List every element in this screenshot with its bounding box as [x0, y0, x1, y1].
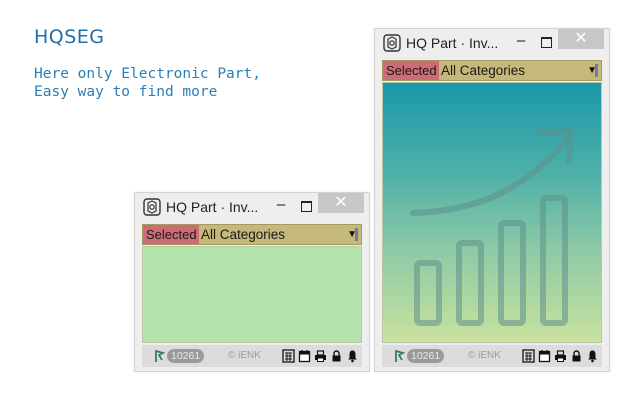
category-toolbar: Selected All Categories ▼	[142, 224, 362, 245]
category-dropdown[interactable]: All Categories	[441, 61, 587, 80]
minimize-button[interactable]: –	[509, 30, 533, 52]
user-icon	[395, 349, 406, 362]
app-window-small: HQ Part · Inv... – ✕ Selected All Catego…	[134, 192, 370, 372]
selected-button[interactable]: Selected	[143, 225, 199, 244]
growth-chart-illustration	[410, 128, 574, 326]
lock-icon[interactable]	[570, 349, 583, 363]
app-logo-icon	[383, 34, 401, 52]
app-window-large: HQ Part · Inv... – ✕ Selected All Catego…	[374, 28, 610, 372]
copyright-text: © iENK	[228, 350, 261, 361]
copyright-text: © iENK	[468, 350, 501, 361]
selected-button[interactable]: Selected	[383, 61, 439, 80]
user-count-badge: 10261	[407, 349, 445, 363]
status-icon-group	[522, 349, 599, 363]
content-area	[382, 82, 602, 343]
window-title: HQ Part · Inv...	[406, 35, 499, 51]
status-bar: 10261 © iENK	[382, 345, 602, 367]
illustration-bar-4	[540, 195, 568, 326]
status-icon-group	[282, 349, 359, 363]
maximize-button[interactable]	[295, 197, 317, 215]
illustration-bar-3	[498, 220, 526, 326]
minimize-button[interactable]: –	[269, 194, 293, 216]
calculator-icon[interactable]	[522, 349, 535, 363]
user-count-badge: 10261	[167, 349, 205, 363]
tagline-line-1: Here only Electronic Part,	[34, 66, 261, 82]
close-button[interactable]: ✕	[318, 193, 364, 213]
content-area	[142, 246, 362, 343]
category-toolbar: Selected All Categories ▼	[382, 60, 602, 81]
tagline-line-2: Easy way to find more	[34, 84, 218, 100]
title-bar[interactable]: HQ Part · Inv... – ✕	[375, 29, 609, 57]
user-icon	[155, 349, 166, 362]
app-logo-icon	[143, 198, 161, 216]
scroll-indicator[interactable]	[355, 228, 358, 241]
scroll-indicator[interactable]	[595, 64, 598, 77]
maximize-button[interactable]	[535, 33, 557, 51]
close-button[interactable]: ✕	[558, 29, 604, 49]
bell-icon[interactable]	[586, 349, 599, 363]
illustration-bar-2	[456, 240, 484, 326]
calendar-icon[interactable]	[298, 349, 311, 363]
tagline: Here only Electronic Part, Easy way to f…	[34, 65, 261, 101]
category-dropdown[interactable]: All Categories	[201, 225, 347, 244]
bell-icon[interactable]	[346, 349, 359, 363]
print-icon[interactable]	[554, 349, 567, 363]
status-bar: 10261 © iENK	[142, 345, 362, 367]
print-icon[interactable]	[314, 349, 327, 363]
illustration-bar-1	[414, 260, 442, 326]
window-title: HQ Part · Inv...	[166, 199, 259, 215]
calculator-icon[interactable]	[282, 349, 295, 363]
title-bar[interactable]: HQ Part · Inv... – ✕	[135, 193, 369, 221]
calendar-icon[interactable]	[538, 349, 551, 363]
lock-icon[interactable]	[330, 349, 343, 363]
brand-title: HQSEG	[34, 26, 105, 48]
